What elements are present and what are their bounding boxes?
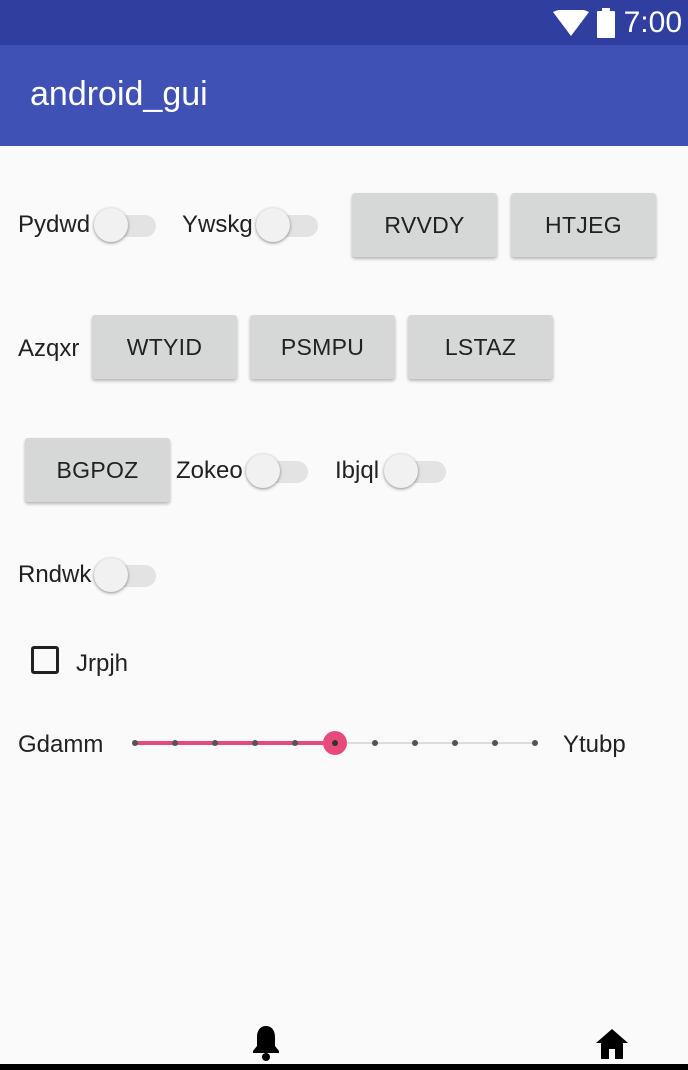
switch-thumb (256, 208, 290, 242)
seekbar-tick (292, 740, 298, 746)
jrpjh-checkbox[interactable] (31, 646, 59, 674)
seekbar-tick (372, 740, 378, 746)
battery-icon (597, 8, 615, 38)
azqxr-label: Azqxr (18, 335, 80, 362)
switch-ibjql[interactable] (384, 450, 450, 490)
switch-thumb (246, 454, 280, 488)
psmpu-button[interactable]: PSMPU (250, 315, 395, 379)
wtyid-button[interactable]: WTYID (92, 315, 237, 379)
seekbar-tick (492, 740, 498, 746)
seekbar-tick (132, 740, 138, 746)
wifi-icon (553, 10, 589, 36)
rvvdy-button[interactable]: RVVDY (352, 193, 497, 257)
switch-thumb (384, 454, 418, 488)
seekbar-thumb-dot (332, 740, 338, 746)
app-title: android_gui (30, 75, 208, 113)
seekbar-tick (252, 740, 258, 746)
home-icon[interactable] (595, 1028, 629, 1060)
switch-pydwd[interactable] (94, 204, 160, 244)
bgpoz-button[interactable]: BGPOZ (25, 438, 170, 502)
htjeg-button[interactable]: HTJEG (511, 193, 656, 257)
seekbar-tick (172, 740, 178, 746)
switch-zokeo[interactable] (246, 450, 312, 490)
switch-rndwk[interactable] (94, 554, 160, 594)
bell-icon[interactable] (251, 1024, 281, 1062)
jrpjh-checkbox-label: Jrpjh (76, 650, 129, 677)
navigation-bar (0, 1064, 688, 1070)
switch-thumb (94, 208, 128, 242)
seekbar-thumb[interactable] (323, 731, 347, 755)
lstaz-button[interactable]: LSTAZ (408, 315, 553, 379)
seekbar-tick (452, 740, 458, 746)
switch-ywskg-label: Ywskg (182, 211, 253, 238)
seekbar-tick (532, 740, 538, 746)
switch-pydwd-label: Pydwd (18, 211, 91, 238)
seekbar-right-label: Ytubp (563, 731, 626, 758)
status-time: 7:00 (623, 6, 682, 39)
seekbar-progress (135, 741, 335, 745)
switch-thumb (94, 558, 128, 592)
switch-ibjql-label: Ibjql (335, 457, 380, 484)
switch-ywskg[interactable] (256, 204, 322, 244)
seekbar-left-label: Gdamm (18, 731, 104, 758)
status-bar: 7:00 (0, 0, 688, 45)
seekbar-tick (412, 740, 418, 746)
switch-zokeo-label: Zokeo (176, 457, 243, 484)
app-bar: android_gui (0, 45, 688, 146)
switch-rndwk-label: Rndwk (18, 561, 92, 588)
seekbar-tick (212, 740, 218, 746)
